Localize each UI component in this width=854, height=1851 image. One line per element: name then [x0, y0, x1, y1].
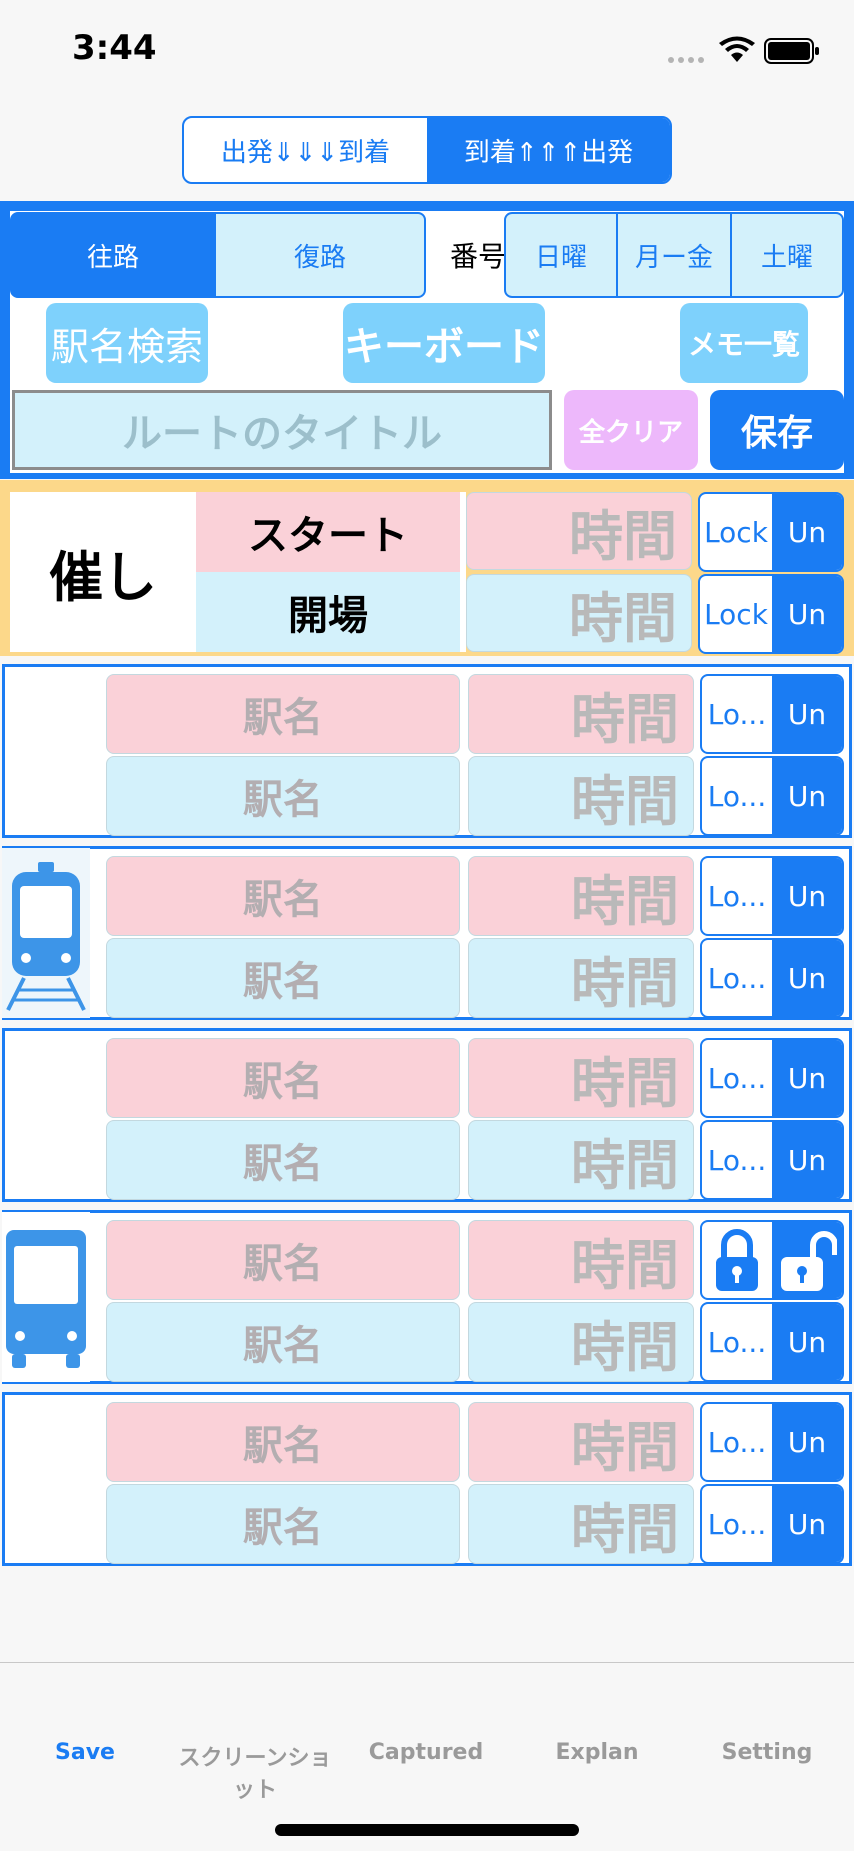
lock-toggle: Lo... Un	[700, 856, 844, 936]
signal-dot	[688, 57, 694, 63]
arrival-station-field[interactable]: 駅名	[106, 756, 460, 836]
lock-toggle: Lo... Un	[700, 1484, 844, 1564]
tab-saturday[interactable]: 土曜	[730, 212, 844, 298]
unlocked-icon[interactable]	[772, 1222, 842, 1298]
arrival-time-field[interactable]: 時間	[468, 938, 694, 1018]
locked-icon[interactable]	[702, 1222, 772, 1298]
lock-segment[interactable]: Lock	[700, 576, 772, 652]
arrival-time-field[interactable]: 時間	[468, 1302, 694, 1382]
lock-segment[interactable]: Lo...	[702, 858, 772, 934]
lock-segment[interactable]: Lo...	[702, 1304, 772, 1380]
departure-time-field[interactable]: 時間	[468, 1038, 694, 1118]
departure-station-field[interactable]: 駅名	[106, 1038, 460, 1118]
tabbar-explan[interactable]: Explan	[512, 1740, 682, 1765]
direction-segmented-control: 出発⇓⇓⇓到着 到着⇑⇑⇑出発	[182, 116, 672, 184]
departure-station-field[interactable]: 駅名	[106, 856, 460, 936]
train-icon	[6, 862, 86, 1011]
tab-return[interactable]: 復路	[214, 212, 426, 298]
route-title-input[interactable]: ルートのタイトル	[12, 390, 552, 470]
lock-segment[interactable]: Lo...	[702, 1122, 772, 1198]
status-time: 3:44	[72, 28, 157, 68]
signal-dot	[668, 57, 674, 63]
tabbar-screenshot[interactable]: スクリーンショット	[170, 1740, 340, 1804]
departure-time-field[interactable]: 時間	[468, 856, 694, 936]
transport-icon-cell[interactable]	[2, 848, 90, 1018]
arrival-time-field[interactable]: 時間	[468, 1120, 694, 1200]
unlock-segment[interactable]: Un	[772, 1404, 842, 1480]
event-start-lock-toggle: Lock Un	[698, 492, 844, 572]
lock-toggle: Lo... Un	[700, 1302, 844, 1382]
arrival-time-field[interactable]: 時間	[468, 1484, 694, 1564]
lock-toggle: Lo... Un	[700, 756, 844, 836]
memo-list-button[interactable]: メモ一覧	[680, 303, 808, 383]
arrival-station-field[interactable]: 駅名	[106, 938, 460, 1018]
lock-toggle: Lo... Un	[700, 1120, 844, 1200]
event-start-label: スタート	[196, 492, 460, 572]
tabbar-save[interactable]: Save	[0, 1740, 170, 1765]
clear-all-button[interactable]: 全クリア	[564, 390, 698, 470]
departure-station-field[interactable]: 駅名	[106, 1220, 460, 1300]
event-start-time[interactable]: 時間	[466, 492, 692, 570]
keyboard-button[interactable]: キーボード	[343, 303, 545, 383]
home-indicator	[275, 1824, 579, 1836]
unlock-segment[interactable]: Un	[772, 940, 842, 1016]
event-open-lock-toggle: Lock Un	[698, 574, 844, 654]
unlock-segment[interactable]: Un	[772, 758, 842, 834]
arrival-station-field[interactable]: 駅名	[106, 1484, 460, 1564]
lock-toggle-icons	[700, 1220, 844, 1300]
unlock-segment[interactable]: Un	[772, 494, 842, 570]
unlock-segment[interactable]: Un	[772, 1486, 842, 1562]
unlock-segment[interactable]: Un	[772, 858, 842, 934]
departure-time-field[interactable]: 時間	[468, 1402, 694, 1482]
event-open-label: 開場	[196, 572, 460, 652]
lock-segment[interactable]: Lo...	[702, 1404, 772, 1480]
lock-segment[interactable]: Lo...	[702, 758, 772, 834]
lock-segment[interactable]: Lo...	[702, 940, 772, 1016]
signal-dot	[698, 57, 704, 63]
bus-icon	[6, 1230, 86, 1368]
lock-toggle: Lo... Un	[700, 1038, 844, 1118]
arrive-depart-segment[interactable]: 到着⇑⇑⇑出発	[427, 118, 670, 182]
lock-segment[interactable]: Lo...	[702, 1486, 772, 1562]
unlock-segment[interactable]: Un	[772, 1040, 842, 1116]
lock-segment[interactable]: Lock	[700, 494, 772, 570]
departure-time-field[interactable]: 時間	[468, 674, 694, 754]
tabbar-captured[interactable]: Captured	[341, 1740, 511, 1765]
event-label: 催し	[10, 492, 196, 652]
battery-icon	[764, 38, 819, 64]
arrival-station-field[interactable]: 駅名	[106, 1302, 460, 1382]
transport-icon-cell[interactable]	[2, 1212, 90, 1382]
lock-segment[interactable]: Lo...	[702, 676, 772, 752]
signal-dot	[678, 57, 684, 63]
tab-weekday[interactable]: 月ー金	[616, 212, 732, 298]
lock-toggle: Lo... Un	[700, 1402, 844, 1482]
event-open-time[interactable]: 時間	[466, 574, 692, 652]
station-search-button[interactable]: 駅名検索	[46, 303, 208, 383]
lock-segment[interactable]: Lo...	[702, 1040, 772, 1116]
lock-toggle: Lo... Un	[700, 938, 844, 1018]
tab-outbound[interactable]: 往路	[10, 212, 216, 298]
wifi-icon	[719, 36, 755, 62]
unlock-segment[interactable]: Un	[772, 1122, 842, 1198]
depart-arrive-segment[interactable]: 出発⇓⇓⇓到着	[184, 118, 427, 182]
tab-sunday[interactable]: 日曜	[504, 212, 618, 298]
tabbar-setting[interactable]: Setting	[682, 1740, 852, 1765]
arrival-time-field[interactable]: 時間	[468, 756, 694, 836]
save-button[interactable]: 保存	[710, 390, 844, 470]
departure-station-field[interactable]: 駅名	[106, 1402, 460, 1482]
lock-toggle: Lo... Un	[700, 674, 844, 754]
departure-time-field[interactable]: 時間	[468, 1220, 694, 1300]
unlock-segment[interactable]: Un	[772, 576, 842, 652]
departure-station-field[interactable]: 駅名	[106, 674, 460, 754]
unlock-segment[interactable]: Un	[772, 1304, 842, 1380]
arrival-station-field[interactable]: 駅名	[106, 1120, 460, 1200]
unlock-segment[interactable]: Un	[772, 676, 842, 752]
